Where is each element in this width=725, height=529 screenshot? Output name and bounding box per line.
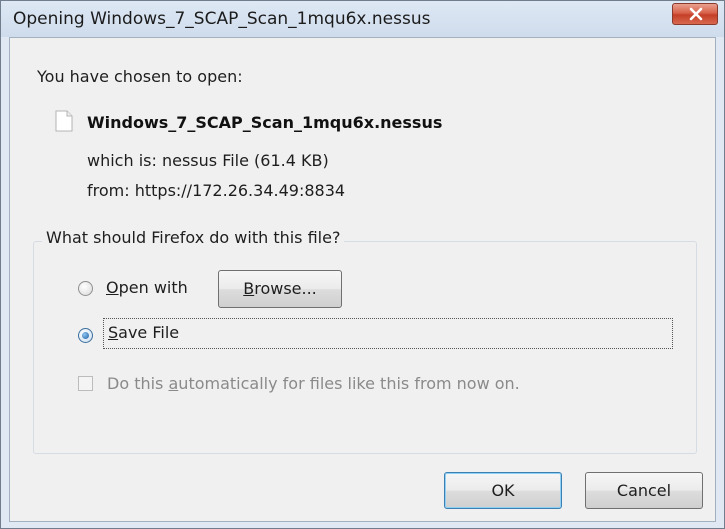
browse-button[interactable]: Browse... <box>218 270 342 308</box>
file-source-value: https://172.26.34.49:8834 <box>134 181 346 200</box>
file-type-row: which is: nessus File (61.4 KB) <box>87 151 329 170</box>
open-with-radio[interactable] <box>78 281 93 296</box>
chosen-label: You have chosen to open: <box>37 67 243 86</box>
from-label: from: <box>87 181 130 200</box>
open-with-label[interactable]: Open with <box>106 278 188 297</box>
auto-checkbox[interactable] <box>78 376 93 391</box>
save-file-label[interactable]: Save File <box>108 323 179 342</box>
save-file-radio[interactable] <box>78 328 93 343</box>
browse-mnemonic: B <box>243 279 255 298</box>
save-file-mnemonic: S <box>108 323 119 342</box>
dialog-window: Opening Windows_7_SCAP_Scan_1mqu6x.nessu… <box>0 0 725 529</box>
close-icon <box>689 7 703 21</box>
action-group-label: What should Firefox do with this file? <box>42 228 345 247</box>
window-title: Opening Windows_7_SCAP_Scan_1mqu6x.nessu… <box>13 9 431 29</box>
file-icon <box>55 110 73 132</box>
auto-label[interactable]: Do this automatically for files like thi… <box>107 374 520 393</box>
file-source-row: from: https://172.26.34.49:8834 <box>87 181 345 200</box>
which-is-label: which is: <box>87 151 157 170</box>
ok-button[interactable]: OK <box>444 472 562 509</box>
save-file-focus-outline <box>103 318 673 349</box>
title-bar[interactable]: Opening Windows_7_SCAP_Scan_1mqu6x.nessu… <box>1 1 724 37</box>
file-type-value: nessus File (61.4 KB) <box>161 151 329 170</box>
auto-mnemonic: a <box>168 374 179 393</box>
dialog-body: You have chosen to open: Windows_7_SCAP_… <box>9 37 716 522</box>
file-name: Windows_7_SCAP_Scan_1mqu6x.nessus <box>87 113 443 132</box>
cancel-button[interactable]: Cancel <box>585 472 703 509</box>
close-button[interactable] <box>672 3 718 25</box>
open-with-mnemonic: O <box>106 278 119 297</box>
